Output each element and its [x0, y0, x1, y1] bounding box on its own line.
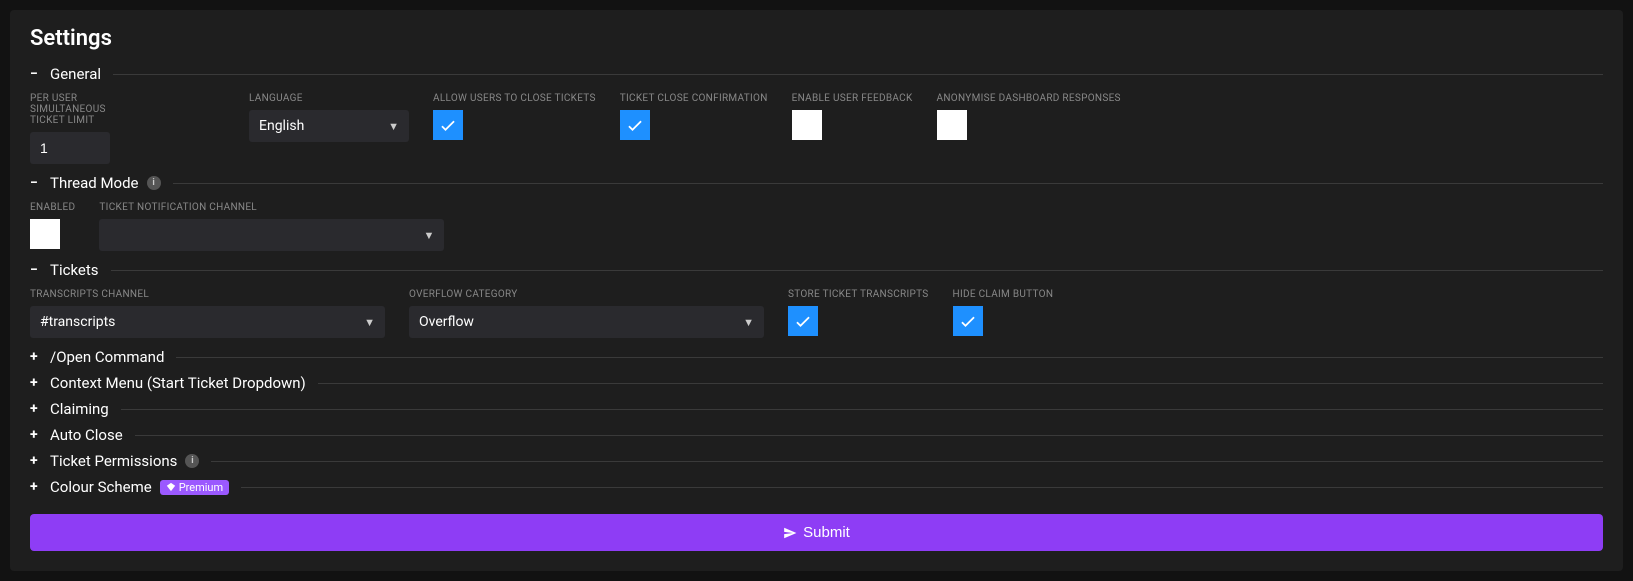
section-header-general[interactable]: − General: [30, 65, 1603, 83]
thread-enabled-checkbox[interactable]: [30, 219, 60, 249]
field-transcripts-channel: TRANSCRIPTS CHANNEL #transcripts ▼: [30, 289, 385, 338]
check-icon: [958, 311, 978, 331]
section-title: /Open Command: [50, 348, 164, 366]
label: HIDE CLAIM BUTTON: [953, 289, 1054, 300]
label: TICKET NOTIFICATION CHANNEL: [99, 202, 444, 213]
close-confirm-checkbox[interactable]: [620, 110, 650, 140]
section-header-tickets[interactable]: − Tickets: [30, 261, 1603, 279]
section-header-auto-close[interactable]: + Auto Close: [30, 426, 1603, 444]
field-store-transcripts: STORE TICKET TRANSCRIPTS: [788, 289, 929, 338]
divider: [173, 183, 1603, 184]
section-title: Context Menu (Start Ticket Dropdown): [50, 374, 306, 392]
section-header-colour-scheme[interactable]: + Colour Scheme Premium: [30, 478, 1603, 496]
label: STORE TICKET TRANSCRIPTS: [788, 289, 929, 300]
chevron-down-icon: ▼: [364, 316, 375, 329]
divider: [121, 409, 1603, 410]
label: ENABLE USER FEEDBACK: [792, 93, 913, 104]
plus-icon: +: [30, 479, 42, 495]
field-per-user-limit: PER USER SIMULTANEOUS TICKET LIMIT: [30, 93, 110, 164]
divider: [318, 383, 1603, 384]
language-select[interactable]: English ▼: [249, 110, 409, 142]
section-header-claiming[interactable]: + Claiming: [30, 400, 1603, 418]
field-notif-channel: TICKET NOTIFICATION CHANNEL ▼: [99, 202, 444, 251]
section-header-ticket-permissions[interactable]: + Ticket Permissions i: [30, 452, 1603, 470]
chevron-down-icon: ▼: [424, 229, 435, 242]
check-icon: [793, 311, 813, 331]
divider: [111, 270, 1603, 271]
select-value: English: [259, 118, 304, 134]
anon-checkbox[interactable]: [937, 110, 967, 140]
section-title: Thread Mode: [50, 174, 139, 192]
select-value: Overflow: [419, 314, 474, 330]
plus-icon: +: [30, 349, 42, 365]
select-value: #transcripts: [40, 314, 115, 330]
allow-close-checkbox[interactable]: [433, 110, 463, 140]
submit-button[interactable]: Submit: [30, 514, 1603, 551]
submit-label: Submit: [803, 524, 850, 541]
info-icon[interactable]: i: [185, 454, 199, 468]
paper-plane-icon: [783, 526, 797, 540]
transcripts-channel-select[interactable]: #transcripts ▼: [30, 306, 385, 338]
field-thread-enabled: ENABLED: [30, 202, 75, 251]
minus-icon: −: [30, 262, 42, 278]
divider: [241, 487, 1603, 488]
field-close-confirm: TICKET CLOSE CONFIRMATION: [620, 93, 768, 164]
chevron-down-icon: ▼: [388, 120, 399, 133]
page-title: Settings: [30, 26, 1603, 51]
hide-claim-checkbox[interactable]: [953, 306, 983, 336]
per-user-limit-input[interactable]: [30, 132, 110, 164]
divider: [135, 435, 1603, 436]
label: ENABLED: [30, 202, 75, 213]
label: ALLOW USERS TO CLOSE TICKETS: [433, 93, 596, 104]
field-anon: ANONYMISE DASHBOARD RESPONSES: [937, 93, 1121, 164]
divider: [211, 461, 1603, 462]
field-hide-claim: HIDE CLAIM BUTTON: [953, 289, 1054, 338]
thread-mode-row: ENABLED TICKET NOTIFICATION CHANNEL ▼: [30, 202, 1603, 251]
divider: [113, 74, 1603, 75]
collapsed-sections: + /Open Command + Context Menu (Start Ti…: [30, 348, 1603, 496]
check-icon: [625, 115, 645, 135]
label: TICKET CLOSE CONFIRMATION: [620, 93, 768, 104]
premium-badge: Premium: [160, 480, 229, 495]
minus-icon: −: [30, 66, 42, 82]
section-title: General: [50, 65, 101, 83]
section-title: Tickets: [50, 261, 99, 279]
label: OVERFLOW CATEGORY: [409, 289, 764, 300]
field-overflow: OVERFLOW CATEGORY Overflow ▼: [409, 289, 764, 338]
chevron-down-icon: ▼: [743, 316, 754, 329]
section-header-thread-mode[interactable]: − Thread Mode i: [30, 174, 1603, 192]
check-icon: [438, 115, 458, 135]
label: TRANSCRIPTS CHANNEL: [30, 289, 385, 300]
section-title: Claiming: [50, 400, 109, 418]
field-language: LANGUAGE English ▼: [249, 93, 409, 164]
tickets-row: TRANSCRIPTS CHANNEL #transcripts ▼ OVERF…: [30, 289, 1603, 338]
section-title: Colour Scheme: [50, 478, 152, 496]
plus-icon: +: [30, 375, 42, 391]
label: LANGUAGE: [249, 93, 409, 104]
feedback-checkbox[interactable]: [792, 110, 822, 140]
minus-icon: −: [30, 175, 42, 191]
section-header-open-command[interactable]: + /Open Command: [30, 348, 1603, 366]
plus-icon: +: [30, 453, 42, 469]
badge-text: Premium: [179, 481, 223, 494]
overflow-select[interactable]: Overflow ▼: [409, 306, 764, 338]
field-feedback: ENABLE USER FEEDBACK: [792, 93, 913, 164]
diamond-icon: [166, 482, 176, 492]
settings-panel: Settings − General PER USER SIMULTANEOUS…: [10, 10, 1623, 571]
plus-icon: +: [30, 427, 42, 443]
field-allow-close: ALLOW USERS TO CLOSE TICKETS: [433, 93, 596, 164]
info-icon[interactable]: i: [147, 176, 161, 190]
general-row: PER USER SIMULTANEOUS TICKET LIMIT LANGU…: [30, 93, 1603, 164]
notif-channel-select[interactable]: ▼: [99, 219, 444, 251]
label: ANONYMISE DASHBOARD RESPONSES: [937, 93, 1121, 104]
section-header-context-menu[interactable]: + Context Menu (Start Ticket Dropdown): [30, 374, 1603, 392]
plus-icon: +: [30, 401, 42, 417]
section-title: Auto Close: [50, 426, 123, 444]
store-transcripts-checkbox[interactable]: [788, 306, 818, 336]
section-title: Ticket Permissions: [50, 452, 177, 470]
label: PER USER SIMULTANEOUS TICKET LIMIT: [30, 93, 110, 126]
divider: [176, 357, 1603, 358]
